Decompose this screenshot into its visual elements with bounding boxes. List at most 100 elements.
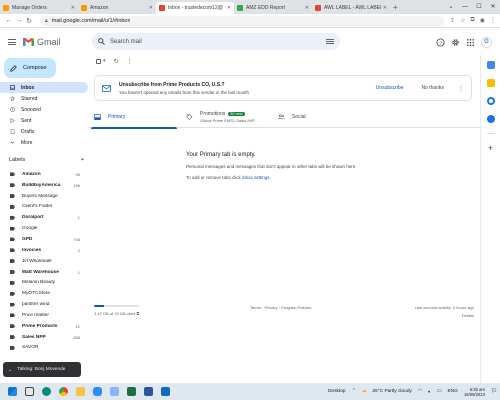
minimize-icon[interactable]: — xyxy=(458,0,472,14)
add-addon-icon[interactable]: + xyxy=(487,144,495,153)
nav-starred[interactable]: Starred xyxy=(0,93,88,104)
notifications-icon[interactable]: 💬︎ xyxy=(491,389,497,394)
extensions-icon[interactable]: ⧉ xyxy=(470,17,474,24)
close-icon[interactable]: ✕ xyxy=(305,5,309,11)
menu-dots-icon[interactable]: ⋮ xyxy=(490,17,496,24)
chevron-up-icon[interactable]: ⌃ xyxy=(352,389,356,394)
no-thanks-button[interactable]: No thanks xyxy=(421,85,444,91)
label-item[interactable]: Doralport 1 xyxy=(0,212,88,223)
tab-social[interactable]: Social xyxy=(272,106,364,128)
label-item[interactable]: Matt Warehouse 1 xyxy=(0,267,88,278)
gmail-logo[interactable]: Gmail xyxy=(23,37,61,47)
outlook-icon[interactable] xyxy=(161,387,170,396)
search-icon[interactable] xyxy=(98,38,105,45)
chevron-down-icon[interactable]: ⌄ xyxy=(444,0,458,14)
search-options-icon[interactable] xyxy=(326,38,334,45)
label-item[interactable]: GPD 706 xyxy=(0,234,88,245)
back-icon[interactable]: ← xyxy=(4,17,14,24)
close-icon[interactable]: ✕ xyxy=(149,5,153,11)
label-item[interactable]: MyOTCStore xyxy=(0,288,88,299)
select-all-checkbox[interactable] xyxy=(96,58,101,64)
desktop-label[interactable]: Desktop xyxy=(328,389,346,394)
close-icon[interactable]: ✕ xyxy=(71,5,75,11)
tab-label: Primary xyxy=(108,114,126,120)
more-options-icon[interactable]: ⋮ xyxy=(127,58,133,65)
label-item[interactable]: Sales NPP 658 xyxy=(0,332,88,343)
label-item[interactable]: SAVOR xyxy=(0,343,88,354)
nav-more[interactable]: More xyxy=(0,137,88,148)
add-label-button[interactable]: + xyxy=(81,157,84,163)
profile-icon[interactable]: ◉ xyxy=(480,17,485,24)
clock[interactable]: 5:30 am 16/09/2023 xyxy=(464,387,485,397)
browser-tab[interactable]: Manage Orders ✕ xyxy=(0,2,78,14)
main-menu-icon[interactable] xyxy=(8,39,16,45)
close-icon[interactable]: ✕ xyxy=(227,5,231,11)
help-icon[interactable]: ? xyxy=(436,38,445,47)
new-tab-button[interactable]: + xyxy=(393,2,398,14)
label-item[interactable]: Price master xyxy=(0,310,88,321)
windows-start-icon[interactable] xyxy=(8,387,17,396)
forward-icon[interactable]: → xyxy=(14,17,24,24)
search-bar[interactable]: Search mail xyxy=(92,33,340,50)
label-item[interactable]: panther wind xyxy=(0,299,88,310)
close-window-icon[interactable]: ✕ xyxy=(486,0,500,14)
apps-grid-icon[interactable] xyxy=(466,38,475,47)
select-dropdown-icon[interactable]: ▾ xyxy=(103,58,106,64)
nav-label: Snoozed xyxy=(21,106,41,113)
share-icon[interactable]: ⇪ xyxy=(450,17,455,24)
nav-inbox[interactable]: Inbox xyxy=(0,82,88,93)
contacts-icon[interactable] xyxy=(486,115,495,123)
gear-icon[interactable] xyxy=(451,38,460,47)
photos-icon[interactable] xyxy=(110,387,119,396)
tab-promotions[interactable]: Promotions 50 new Global Prime EMS1 Sale… xyxy=(180,106,272,128)
battery-icon[interactable]: ▭ xyxy=(437,389,442,394)
label-item[interactable]: Google xyxy=(0,223,88,234)
banner-more-icon[interactable]: ⋮ xyxy=(458,85,464,92)
weather-text[interactable]: 26°C Partly cloudy xyxy=(372,389,412,394)
nav-snoozed[interactable]: Snoozed xyxy=(0,104,88,115)
footer-links[interactable]: Terms · Privacy · Program Policies xyxy=(250,305,311,310)
tasks-icon[interactable] xyxy=(486,97,495,105)
browser-tab-active[interactable]: Inbox - trustedecom12@ ✕ xyxy=(156,2,234,14)
account-avatar[interactable]: G xyxy=(481,37,492,48)
excel-icon[interactable] xyxy=(127,387,136,396)
refresh-icon[interactable]: ↻ xyxy=(114,58,119,65)
browser-tab[interactable]: Amazon ✕ xyxy=(78,2,156,14)
nav-drafts[interactable]: Drafts xyxy=(0,126,88,137)
unsubscribe-button[interactable]: Unsubscribe xyxy=(376,85,404,91)
close-icon[interactable]: ✕ xyxy=(383,5,387,11)
label-item[interactable]: Amazon 96 xyxy=(0,169,88,180)
task-view-icon[interactable] xyxy=(25,387,34,396)
browser-tab[interactable]: AWL LABEL - AWL LABEL ✕ xyxy=(312,2,390,14)
word-icon[interactable] xyxy=(144,387,153,396)
chrome-icon[interactable] xyxy=(59,387,68,396)
app-name: Gmail xyxy=(37,37,61,47)
chevron-down-icon[interactable]: ⌄ xyxy=(8,367,12,373)
reload-icon[interactable]: ↻ xyxy=(24,17,34,25)
inbox-settings-link[interactable]: inbox settings xyxy=(242,175,270,180)
volume-icon[interactable]: 🔈︎ xyxy=(428,389,431,395)
calendar-icon[interactable] xyxy=(486,61,495,69)
nav-sent[interactable]: Sent xyxy=(0,115,88,126)
label-item[interactable]: JH Wholesale xyxy=(0,256,88,267)
wifi-icon[interactable]: ◠ xyxy=(418,389,422,394)
label-item[interactable]: Invoices 2 xyxy=(0,245,88,256)
tab-primary[interactable]: Primary xyxy=(88,106,180,129)
language-indicator[interactable]: ENG xyxy=(448,389,458,394)
zoom-icon[interactable] xyxy=(93,387,102,396)
edge-icon[interactable] xyxy=(42,387,51,396)
external-link-icon[interactable]: ⧉ xyxy=(136,311,139,316)
label-item[interactable]: Client's Folder xyxy=(0,202,88,213)
keep-icon[interactable] xyxy=(486,79,495,87)
label-item[interactable]: Prime Products 12 xyxy=(0,321,88,332)
browser-tab[interactable]: AMZ EDD Report ✕ xyxy=(234,2,312,14)
details-link[interactable]: Details xyxy=(462,313,474,318)
label-item[interactable]: Melanin Beauty xyxy=(0,277,88,288)
label-item[interactable]: BulkBuyAmerica 196 xyxy=(0,180,88,191)
maximize-icon[interactable]: ☐ xyxy=(472,0,486,14)
compose-button[interactable]: Compose xyxy=(4,58,56,78)
file-explorer-icon[interactable] xyxy=(76,387,85,396)
star-icon[interactable]: ☆ xyxy=(460,17,465,24)
url-field[interactable]: 🔒︎ mail.google.com/mail/u/1/#inbox xyxy=(40,15,445,26)
label-item[interactable]: Buyers Message xyxy=(0,191,88,202)
